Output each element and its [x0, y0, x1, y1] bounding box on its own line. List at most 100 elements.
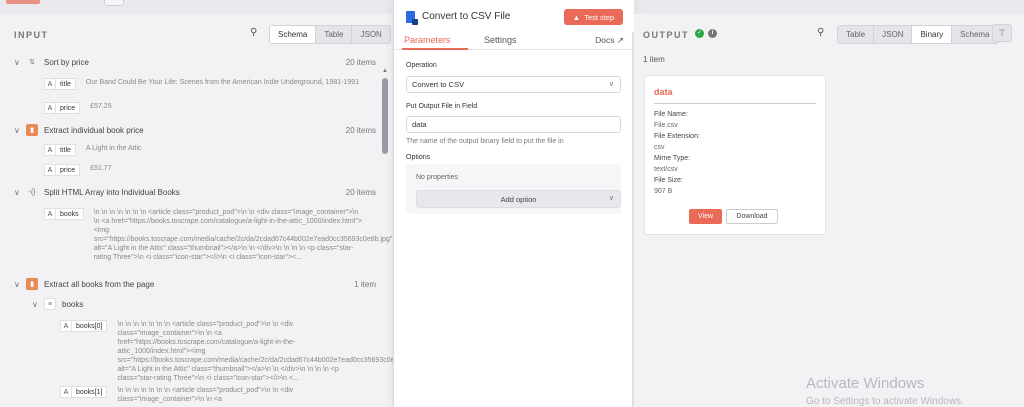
chevron-down-icon[interactable]: ∨ — [14, 188, 26, 197]
app-logo — [6, 0, 40, 4]
node-name: Extract all books from the page — [44, 279, 155, 289]
chevron-down-icon[interactable]: ∨ — [32, 300, 44, 309]
field-value: £51.77 — [90, 165, 112, 172]
docs-link[interactable]: Docs ↗ — [595, 35, 624, 46]
field-value: \n \n \n \n \n \n \n <article class="pro… — [117, 387, 294, 403]
schema-field[interactable]: A title Our Band Could Be Your Life: Sce… — [44, 78, 376, 90]
tab-settings[interactable]: Settings — [484, 35, 517, 45]
subgroup-name: books — [62, 299, 84, 309]
output-item-count: 1 item — [643, 55, 665, 64]
file-size-value: 907 B — [654, 188, 673, 195]
test-step-button[interactable]: ▲ Test step — [564, 9, 623, 25]
string-type-icon: A — [44, 144, 56, 156]
modal-header: Convert to CSV File ▲ Test step — [394, 0, 634, 32]
active-tab-indicator — [402, 48, 468, 50]
operation-select[interactable]: Convert to CSV ∨ — [406, 76, 621, 93]
node-name: Split HTML Array into Individual Books — [44, 187, 180, 197]
schema-node-sort-by-price[interactable]: ∨ ⇅ Sort by price 20 items — [14, 54, 376, 70]
schema-field[interactable]: A books[0] \n \n \n \n \n \n \n <article… — [60, 320, 417, 383]
success-check-icon: ✓ — [695, 29, 704, 38]
node-count: 20 items — [345, 57, 376, 67]
output-panel: OUTPUT ✓ i ⚲ Table JSON Binary Schema ⊤ … — [634, 14, 1024, 407]
input-tab-table[interactable]: Table — [315, 26, 351, 43]
tab-parameters[interactable]: Parameters — [404, 35, 451, 45]
string-type-icon: A — [44, 208, 56, 220]
file-name-label: File Name: — [654, 111, 688, 118]
top-toolbar-button[interactable] — [104, 0, 124, 6]
node-parameters-modal: Convert to CSV File ▲ Test step Paramete… — [393, 0, 634, 407]
output-tab-json[interactable]: JSON — [873, 26, 911, 43]
chevron-down-icon[interactable]: ∨ — [14, 58, 26, 67]
add-option-button[interactable]: Add option ∨ — [416, 190, 621, 208]
output-tab-binary[interactable]: Binary — [911, 26, 952, 43]
file-extension-label: File Extension: — [654, 133, 700, 140]
html-extract-icon: ▮ — [26, 278, 38, 290]
windows-activation-title: Activate Windows — [806, 375, 925, 392]
csv-file-icon — [406, 11, 418, 25]
node-name: Sort by price — [44, 57, 89, 67]
pin-icon: ⊤ — [998, 27, 1006, 38]
pin-data-button[interactable]: ⊤ — [992, 24, 1012, 42]
field-value: \n \n \n \n \n \n \n <article class="pro… — [117, 321, 417, 382]
mime-type-value: text/csv — [654, 166, 678, 173]
download-button[interactable]: Download — [726, 209, 778, 224]
chevron-down-icon[interactable]: ∨ — [14, 126, 26, 135]
schema-node-extract-price[interactable]: ∨ ▮ Extract individual book price 20 ite… — [14, 122, 376, 138]
schema-field[interactable]: A books[1] \n \n \n \n \n \n \n <article… — [60, 386, 365, 404]
split-icon: -{} — [28, 188, 36, 196]
node-name: Extract individual book price — [44, 125, 144, 135]
schema-field[interactable]: A price £51.77 — [44, 164, 380, 176]
chevron-down-icon: ∨ — [608, 195, 614, 202]
output-field-input[interactable]: data — [406, 116, 621, 133]
search-icon[interactable]: ⚲ — [250, 27, 257, 38]
chevron-down-icon[interactable]: ∨ — [14, 280, 26, 289]
search-icon[interactable]: ⚲ — [817, 27, 824, 38]
windows-activation-subtitle: Go to Settings to activate Windows. — [806, 396, 964, 407]
string-type-icon: A — [44, 102, 56, 114]
operation-value: Convert to CSV — [412, 80, 465, 89]
html-extract-icon: ▮ — [26, 124, 38, 136]
info-icon[interactable]: i — [708, 29, 717, 38]
node-count: 1 item — [354, 279, 376, 289]
schema-field[interactable]: A books \n \n \n \n \n \n \n <article cl… — [44, 208, 393, 262]
field-value: \n \n \n \n \n \n \n <article class="pro… — [93, 209, 393, 261]
input-panel-title: INPUT — [14, 30, 49, 40]
schema-node-split-html[interactable]: ∨ -{} Split HTML Array into Individual B… — [14, 184, 376, 200]
test-step-label: Test step — [584, 12, 615, 22]
modal-title: Convert to CSV File — [422, 11, 511, 22]
schema-subgroup-books[interactable]: ∨ ≡ books — [32, 296, 152, 312]
node-count: 20 items — [345, 125, 376, 135]
schema-field[interactable]: A price £57.25 — [44, 102, 380, 114]
options-label: Options — [406, 154, 431, 161]
input-tab-schema[interactable]: Schema — [270, 26, 316, 43]
field-key: title — [56, 144, 76, 156]
divider — [654, 103, 816, 104]
string-type-icon: A — [44, 164, 56, 176]
field-key: price — [56, 164, 81, 176]
flask-icon: ▲ — [572, 12, 581, 22]
output-tab-schema[interactable]: Schema — [951, 26, 997, 43]
field-key: price — [56, 102, 81, 114]
scroll-up-icon[interactable]: ▲ — [382, 68, 388, 74]
input-tab-json[interactable]: JSON — [351, 26, 389, 43]
field-key: books — [56, 208, 84, 220]
operation-label: Operation — [406, 62, 437, 69]
external-link-icon: ↗ — [616, 35, 624, 45]
binary-data-card: data File Name: File.csv File Extension:… — [644, 75, 826, 235]
modal-tabs: Parameters Settings Docs ↗ — [394, 32, 634, 50]
view-button[interactable]: View — [689, 209, 722, 224]
string-type-icon: A — [44, 78, 56, 90]
field-value: Our Band Could Be Your Life: Scenes from… — [85, 79, 360, 86]
schema-field[interactable]: A title A Light in the Attic — [44, 144, 376, 156]
output-tab-table[interactable]: Table — [838, 26, 873, 43]
mime-type-label: Mime Type: — [654, 155, 691, 162]
chevron-down-icon: ∨ — [608, 81, 614, 88]
input-scrollbar[interactable] — [382, 78, 388, 154]
schema-node-extract-all-books[interactable]: ∨ ▮ Extract all books from the page 1 it… — [14, 276, 376, 292]
add-option-label: Add option — [500, 194, 537, 204]
list-icon: ≡ — [44, 298, 56, 310]
output-field-label: Put Output File in Field — [406, 103, 478, 110]
file-size-label: File Size: — [654, 177, 683, 184]
string-type-icon: A — [60, 386, 72, 398]
output-field-hint: The name of the output binary field to p… — [406, 138, 564, 145]
